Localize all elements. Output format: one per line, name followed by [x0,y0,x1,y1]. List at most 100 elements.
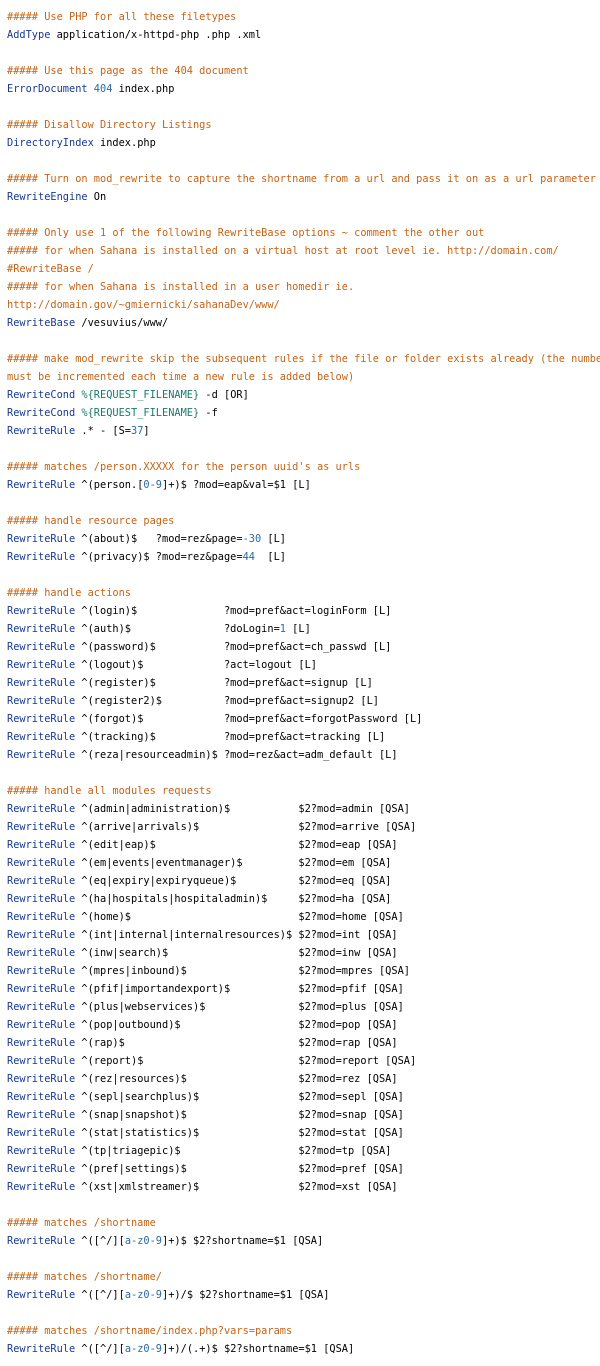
argument-text: [L] [285,623,311,635]
directive-keyword: RewriteRule [7,551,76,563]
comment-text: ##### Only use 1 of the following Rewrit… [7,227,485,239]
argument-text: ^(pref|settings)$ $2?mod=pref [QSA] [75,1163,404,1175]
directive-keyword: RewriteRule [7,839,76,851]
directive-keyword: AddType [7,29,51,41]
directive-line: RewriteEngine On [7,188,600,206]
directive-keyword: RewriteRule [7,1235,76,1247]
directive-line: RewriteRule ^(about)$ ?mod=rez&page=-30 … [7,530,600,548]
argument-text: ^(register)$ ?mod=pref&act=signup [L] [75,677,373,689]
argument-text: ^(ha|hospitals|hospitaladmin)$ $2?mod=ha… [75,893,392,905]
comment-line: ##### handle resource pages [7,512,600,530]
argument-text: ^(mpres|inbound)$ $2?mod=mpres [QSA] [75,965,410,977]
directive-keyword: RewriteRule [7,929,76,941]
comment-text: ##### make mod_rewrite skip the subseque… [7,353,600,365]
directive-keyword: RewriteRule [7,857,76,869]
argument-text: ^(privacy)$ ?mod=rez&page= [75,551,243,563]
comment-line: ##### make mod_rewrite skip the subseque… [7,350,600,368]
argument-text: -d [OR] [199,389,249,401]
argument-text: ^([^/][ [75,1343,125,1355]
argument-text: index.php [93,137,156,149]
directive-line: RewriteCond %{REQUEST_FILENAME} -f [7,404,600,422]
directive-line: RewriteRule ^(pref|settings)$ $2?mod=pre… [7,1160,600,1178]
argument-text: ^(plus|webservices)$ $2?mod=plus [QSA] [75,1001,404,1013]
directive-line: RewriteRule ^(edit|eap)$ $2?mod=eap [QSA… [7,836,600,854]
directive-keyword: RewriteEngine [7,191,88,203]
directive-keyword: RewriteRule [7,677,76,689]
directive-keyword: RewriteRule [7,623,76,635]
directive-keyword: RewriteRule [7,965,76,977]
argument-text: ^([^/][ [75,1289,125,1301]
directive-line: RewriteRule ^(report)$ $2?mod=report [QS… [7,1052,600,1070]
directive-keyword: RewriteRule [7,1091,76,1103]
directive-line: RewriteRule ^([^/][a-z0-9]+)/(.+)$ $2?sh… [7,1340,600,1358]
argument-text: ^(reza|resourceadmin)$ ?mod=rez&act=adm_… [75,749,398,761]
directive-keyword: RewriteCond [7,389,76,401]
htaccess-code-listing: ##### Use PHP for all these filetypes Add… [0,0,600,1366]
directive-line: RewriteRule ^(pfif|importandexport)$ $2?… [7,980,600,998]
directive-line: RewriteRule ^([^/][a-z0-9]+)/$ $2?shortn… [7,1286,600,1304]
comment-text: #RewriteBase / [7,263,94,275]
comment-text: must be incremented each time a new rule… [7,371,355,383]
numeric-literal: a-z0-9 [124,1235,163,1247]
comment-text: ##### handle all modules requests [7,785,212,797]
argument-text: ] [143,425,150,437]
argument-text: ^(eq|expiry|expiryqueue)$ $2?mod=eq [QSA… [75,875,392,887]
comment-line: ##### Use this page as the 404 document [7,62,600,80]
directive-keyword: RewriteRule [7,1163,76,1175]
comment-text: ##### matches /shortname/index.php?vars=… [7,1325,293,1337]
directive-keyword: RewriteRule [7,1073,76,1085]
directive-keyword: RewriteRule [7,1343,76,1355]
comment-line: #RewriteBase / [7,260,600,278]
comment-text: ##### Use this page as the 404 document [7,65,249,77]
argument-text: ^(int|internal|internalresources)$ $2?mo… [75,929,398,941]
argument-text: /vesuvius/www/ [75,317,169,329]
comment-line: ##### matches /shortname/ [7,1268,600,1286]
directive-keyword: RewriteRule [7,695,76,707]
argument-text: ^(rap)$ $2?mod=rap [QSA] [75,1037,398,1049]
argument-text: ^(pfif|importandexport)$ $2?mod=pfif [QS… [75,983,404,995]
argument-text: ^(snap|snapshot)$ $2?mod=snap [QSA] [75,1109,404,1121]
argument-text: ^(inw|search)$ $2?mod=inw [QSA] [75,947,398,959]
directive-line: RewriteRule ^(mpres|inbound)$ $2?mod=mpr… [7,962,600,980]
directive-line: RewriteRule ^(register)$ ?mod=pref&act=s… [7,674,600,692]
directive-keyword: RewriteRule [7,893,76,905]
argument-text: ^(pop|outbound)$ $2?mod=pop [QSA] [75,1019,398,1031]
directive-keyword: RewriteRule [7,821,76,833]
directive-keyword: RewriteRule [7,875,76,887]
argument-text: ]+)$ $2?shortname=$1 [QSA] [162,1235,324,1247]
directive-line: RewriteRule ^(em|events|eventmanager)$ $… [7,854,600,872]
argument-text: ^(person.[ [75,479,144,491]
argument-text: application/x-httpd-php .php .xml [50,29,262,41]
argument-text: On [87,191,107,203]
directive-line: RewriteRule ^(arrive|arrivals)$ $2?mod=a… [7,818,600,836]
directive-keyword: RewriteRule [7,1037,76,1049]
directive-line: RewriteRule ^(admin|administration)$ $2?… [7,800,600,818]
numeric-literal: -30 [242,533,262,545]
argument-text: ^(auth)$ ?doLogin= [75,623,280,635]
directive-line: RewriteRule ^(xst|xmlstreamer)$ $2?mod=x… [7,1178,600,1196]
comment-line: ##### for when Sahana is installed on a … [7,242,600,260]
argument-text: ^(rez|resources)$ $2?mod=rez [QSA] [75,1073,398,1085]
directive-line: DirectoryIndex index.php [7,134,600,152]
comment-line: ##### Turn on mod_rewrite to capture the… [7,170,600,188]
comment-line: ##### matches /shortname [7,1214,600,1232]
argument-text: .* - [S= [75,425,131,437]
argument-text: ^(tp|triagepic)$ $2?mod=tp [QSA] [75,1145,392,1157]
comment-line: must be incremented each time a new rule… [7,368,600,386]
argument-text: ^(logout)$ ?act=logout [L] [75,659,317,671]
comment-text: ##### Turn on mod_rewrite to capture the… [7,173,596,185]
numeric-literal: 44 [242,551,255,563]
directive-keyword: RewriteRule [7,1001,76,1013]
argument-text: ]+)/(.+)$ $2?shortname=$1 [QSA] [162,1343,355,1355]
directive-keyword: RewriteRule [7,1181,76,1193]
comment-line: ##### Disallow Directory Listings [7,116,600,134]
comment-text: ##### handle resource pages [7,515,175,527]
argument-text: ^(em|events|eventmanager)$ $2?mod=em [QS… [75,857,392,869]
argument-text: ]+)$ ?mod=eap&val=$1 [L] [162,479,311,491]
argument-text: ^(register2)$ ?mod=pref&act=signup2 [L] [75,695,379,707]
